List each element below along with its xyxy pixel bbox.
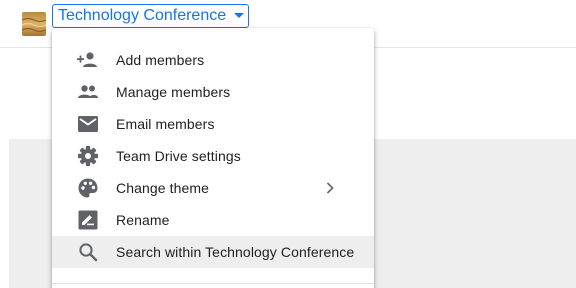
- menu-item-label: Rename: [116, 212, 170, 228]
- menu-item-search-within[interactable]: Search within Technology Conference: [52, 236, 374, 268]
- drive-context-menu: Add members Manage members Email members…: [52, 28, 374, 288]
- menu-item-team-drive-settings[interactable]: Team Drive settings: [52, 140, 374, 172]
- caret-down-icon: [234, 11, 245, 21]
- add-person-icon: [76, 49, 100, 71]
- menu-item-rename[interactable]: Rename: [52, 204, 374, 236]
- menu-divider: [52, 283, 374, 284]
- team-drive-thumbnail[interactable]: [22, 12, 46, 36]
- palette-icon: [76, 177, 100, 199]
- menu-item-label: Email members: [116, 116, 215, 132]
- menu-item-manage-members[interactable]: Manage members: [52, 76, 374, 108]
- drive-title: Technology Conference: [58, 7, 227, 24]
- people-icon: [76, 81, 100, 103]
- drive-title-dropdown[interactable]: Technology Conference: [52, 4, 250, 28]
- menu-item-label: Manage members: [116, 84, 231, 100]
- search-icon: [76, 241, 100, 263]
- menu-item-label: Change theme: [116, 180, 210, 196]
- menu-item-label: Add members: [116, 52, 205, 68]
- menu-item-add-members[interactable]: Add members: [52, 44, 374, 76]
- email-icon: [76, 113, 100, 135]
- chevron-right-icon: [324, 182, 336, 194]
- menu-item-email-members[interactable]: Email members: [52, 108, 374, 140]
- page: Technology Conference Add members Manage…: [0, 0, 576, 288]
- menu-item-label: Search within Technology Conference: [116, 244, 355, 260]
- gear-icon: [76, 145, 100, 167]
- rename-icon: [76, 209, 100, 231]
- menu-item-change-theme[interactable]: Change theme: [52, 172, 374, 204]
- menu-item-label: Team Drive settings: [116, 148, 241, 164]
